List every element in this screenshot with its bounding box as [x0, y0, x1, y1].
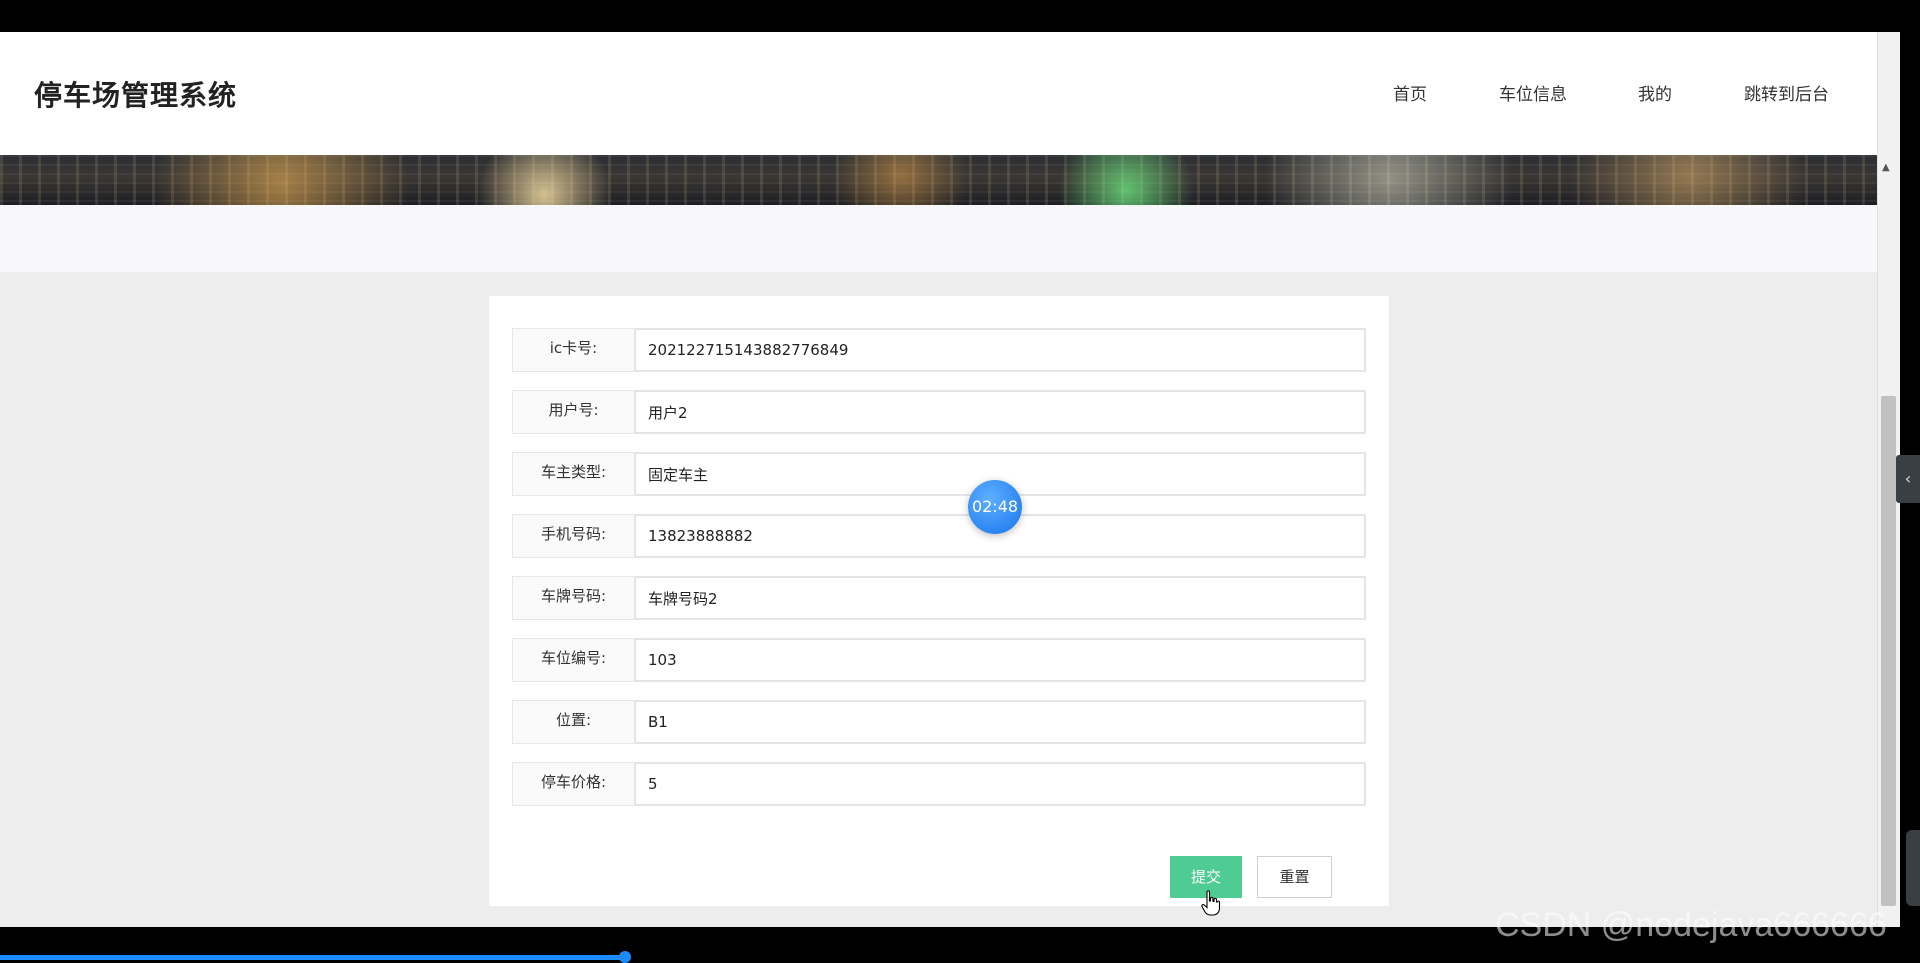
form-row-user-id: 用户号:: [512, 390, 1366, 434]
city-night-banner: [0, 155, 1877, 205]
form-row-ic-card: ic卡号:: [512, 328, 1366, 372]
nav-home[interactable]: 首页: [1393, 80, 1427, 105]
phone-label: 手机号码:: [513, 515, 635, 557]
parking-form-card: ic卡号: 用户号: 车主类型: 手机号码: 车牌号码: 车位编号: 位置:: [489, 296, 1389, 906]
recording-timer-badge: 02:48: [968, 480, 1022, 534]
form-row-location: 位置:: [512, 700, 1366, 744]
user-id-label: 用户号:: [513, 391, 635, 433]
user-id-input[interactable]: [635, 391, 1365, 433]
nav-admin[interactable]: 跳转到后台: [1744, 80, 1829, 105]
form-row-phone: 手机号码:: [512, 514, 1366, 558]
main-nav: 首页 车位信息 我的 跳转到后台: [0, 80, 1877, 110]
form-row-plate: 车牌号码:: [512, 576, 1366, 620]
ic-card-label: ic卡号:: [513, 329, 635, 371]
nav-mine[interactable]: 我的: [1638, 80, 1672, 105]
plate-input[interactable]: [635, 577, 1365, 619]
price-input[interactable]: [635, 763, 1365, 805]
scroll-thumb[interactable]: [1881, 396, 1896, 906]
hand-cursor-icon: [1201, 890, 1221, 916]
banner-sub-strip: [0, 205, 1877, 272]
side-volume-widget: [1906, 830, 1920, 906]
browser-viewport: 停车场管理系统 首页 车位信息 我的 跳转到后台 ic卡号: 用户号: 车主类型…: [0, 32, 1900, 927]
nav-parking-info[interactable]: 车位信息: [1499, 80, 1567, 105]
form-row-space-number: 车位编号:: [512, 638, 1366, 682]
form-row-price: 停车价格:: [512, 762, 1366, 806]
form-row-owner-type: 车主类型:: [512, 452, 1366, 496]
owner-type-label: 车主类型:: [513, 453, 635, 495]
location-input[interactable]: [635, 701, 1365, 743]
scroll-up-arrow-icon[interactable]: ▲: [1882, 162, 1890, 173]
site-header: 停车场管理系统 首页 车位信息 我的 跳转到后台: [0, 32, 1877, 155]
chevron-left-icon: ‹: [1904, 469, 1912, 488]
space-number-label: 车位编号:: [513, 639, 635, 681]
ic-card-input[interactable]: [635, 329, 1365, 371]
location-label: 位置:: [513, 701, 635, 743]
reset-button[interactable]: 重置: [1257, 856, 1332, 898]
csdn-watermark: CSDN @nodejava666666: [1495, 906, 1887, 944]
video-progress-bar[interactable]: [0, 955, 625, 960]
plate-label: 车牌号码:: [513, 577, 635, 619]
video-progress-knob[interactable]: [619, 951, 631, 963]
space-number-input[interactable]: [635, 639, 1365, 681]
side-collapse-tab[interactable]: ‹: [1896, 455, 1920, 503]
price-label: 停车价格:: [513, 763, 635, 805]
